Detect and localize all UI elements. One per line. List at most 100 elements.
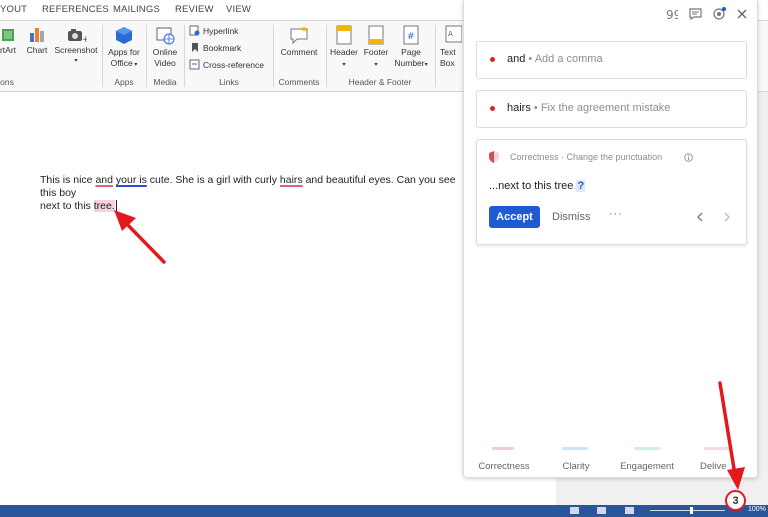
grammarly-panel: 99 and • Add a comma hairs • Fix the agr… bbox=[463, 0, 758, 478]
tab-review[interactable]: REVIEW bbox=[175, 4, 214, 15]
web-layout-icon[interactable] bbox=[625, 507, 634, 514]
header-icon bbox=[336, 25, 352, 45]
header-button[interactable]: Header ▾ bbox=[328, 25, 360, 71]
bookmark-label: Bookmark bbox=[203, 42, 242, 53]
chart-button[interactable]: Chart bbox=[24, 25, 50, 56]
svg-text:A: A bbox=[448, 30, 453, 38]
flagged-word-and[interactable]: and bbox=[95, 174, 113, 186]
chevron-right-icon[interactable] bbox=[723, 212, 731, 222]
apps-label-line2: Office bbox=[110, 58, 133, 68]
smartart-label: rtArt bbox=[0, 45, 17, 55]
divider bbox=[146, 25, 147, 87]
tab-delivery[interactable]: Delive bbox=[700, 447, 740, 472]
chevron-left-icon[interactable] bbox=[696, 212, 704, 222]
tab-references[interactable]: REFERENCES bbox=[42, 4, 109, 15]
svg-text:+: + bbox=[82, 35, 87, 43]
page-number-label-line2: Number bbox=[394, 58, 425, 68]
tab-indicator bbox=[634, 447, 660, 450]
chart-label: Chart bbox=[26, 45, 48, 55]
text-box-label-line1: Text bbox=[440, 47, 456, 57]
suggestion-text: and • Add a comma bbox=[507, 53, 603, 65]
flagged-word-hairs[interactable]: hairs bbox=[280, 174, 303, 186]
suggestion-card-and[interactable]: and • Add a comma bbox=[476, 41, 747, 79]
header-label: Header bbox=[330, 47, 358, 57]
status-bar: 100% bbox=[0, 505, 768, 517]
chart-icon bbox=[30, 28, 44, 42]
page-number-button[interactable]: # Page Number▾ bbox=[392, 25, 430, 71]
grammarly-badge[interactable]: 3 bbox=[725, 490, 746, 511]
flagged-word-your-is[interactable]: your is bbox=[116, 174, 147, 186]
comment-label: Comment bbox=[280, 47, 318, 57]
footer-button[interactable]: Footer ▾ bbox=[361, 25, 391, 71]
text-run: cute. She is a girl with curly bbox=[146, 174, 280, 186]
svg-text:#: # bbox=[407, 32, 415, 42]
tab-label: Clarity bbox=[562, 461, 590, 472]
suggestion-word: and bbox=[507, 53, 526, 65]
bookmark-icon bbox=[192, 43, 198, 52]
divider bbox=[184, 25, 185, 87]
online-video-button[interactable]: Online Video bbox=[148, 25, 182, 69]
bookmark-button[interactable]: Bookmark bbox=[189, 42, 241, 53]
document-body[interactable]: This is nice and your is cute. She is a … bbox=[40, 174, 470, 213]
tab-layout[interactable]: YOUT bbox=[0, 4, 27, 15]
zoom-slider[interactable] bbox=[650, 510, 725, 511]
more-options-button[interactable]: ··· bbox=[609, 208, 623, 220]
suggestion-hint: • Fix the agreement mistake bbox=[533, 102, 671, 114]
hyperlink-button[interactable]: Hyperlink bbox=[189, 25, 238, 36]
accept-button[interactable]: Accept bbox=[489, 206, 540, 228]
chevron-down-icon: ▾ bbox=[342, 62, 346, 68]
info-icon[interactable] bbox=[684, 153, 693, 162]
card-category: Correctness · Change the punctuation bbox=[510, 152, 663, 162]
text-cursor bbox=[115, 200, 117, 212]
goals-icon[interactable] bbox=[713, 7, 726, 20]
zoom-slider-thumb[interactable] bbox=[690, 507, 693, 514]
print-layout-icon[interactable] bbox=[597, 507, 606, 514]
expanded-suggestion-card[interactable]: Correctness · Change the punctuation ...… bbox=[476, 139, 747, 245]
comment-button[interactable]: Comment bbox=[276, 25, 322, 58]
tab-label: Correctness bbox=[478, 461, 530, 472]
tab-indicator bbox=[704, 447, 730, 450]
camera-icon: + bbox=[68, 29, 87, 43]
tab-indicator bbox=[492, 447, 514, 450]
chevron-down-icon: ▾ bbox=[74, 58, 78, 64]
close-icon[interactable] bbox=[737, 9, 747, 19]
feedback-icon[interactable] bbox=[689, 7, 702, 20]
tab-view[interactable]: VIEW bbox=[226, 4, 251, 15]
group-label-links: Links bbox=[219, 77, 239, 87]
text-box-button[interactable]: A Text Box bbox=[440, 25, 464, 69]
dismiss-button[interactable]: Dismiss bbox=[552, 211, 591, 223]
tab-mailings[interactable]: MAILINGS bbox=[113, 4, 160, 15]
suggestion-text: hairs • Fix the agreement mistake bbox=[507, 102, 670, 114]
svg-text:99: 99 bbox=[666, 9, 678, 19]
online-video-icon bbox=[156, 27, 175, 45]
card-preview: ...next to this tree.? bbox=[489, 180, 586, 192]
screenshot-button[interactable]: + Screenshot ▾ bbox=[52, 25, 100, 67]
smartart-button[interactable]: rtArt bbox=[0, 25, 20, 56]
quote-icon[interactable]: 99 bbox=[666, 9, 678, 19]
error-dot-icon bbox=[490, 106, 495, 111]
category-tabs: Correctness Clarity Engagement Delive bbox=[464, 441, 757, 477]
suggestion-card-hairs[interactable]: hairs • Fix the agreement mistake bbox=[476, 90, 747, 128]
cross-reference-label: Cross-reference bbox=[203, 59, 264, 70]
screenshot-label: Screenshot bbox=[54, 45, 98, 55]
divider bbox=[102, 25, 103, 87]
read-mode-icon[interactable] bbox=[570, 507, 579, 514]
flagged-word-tree[interactable]: tree. bbox=[93, 200, 115, 212]
apps-for-office-button[interactable]: Apps for Office ▾ bbox=[104, 25, 144, 71]
tab-correctness[interactable]: Correctness bbox=[476, 447, 532, 472]
tab-label: Delive bbox=[700, 461, 727, 472]
tab-engagement[interactable]: Engagement bbox=[618, 447, 676, 472]
error-dot-icon bbox=[490, 57, 495, 62]
page-number-icon: # bbox=[403, 25, 419, 45]
tab-clarity[interactable]: Clarity bbox=[556, 447, 596, 472]
group-label-apps: Apps bbox=[114, 77, 134, 87]
zoom-level[interactable]: 100% bbox=[748, 506, 766, 513]
apps-store-icon bbox=[116, 27, 132, 44]
text-run: next to this bbox=[40, 200, 94, 212]
cross-reference-icon bbox=[189, 59, 200, 70]
cross-reference-button[interactable]: Cross-reference bbox=[189, 59, 264, 70]
apps-label-line1: Apps for bbox=[108, 47, 140, 57]
preview-text: ...next to this tree bbox=[489, 180, 574, 192]
footer-icon bbox=[368, 25, 384, 45]
divider bbox=[435, 25, 436, 87]
